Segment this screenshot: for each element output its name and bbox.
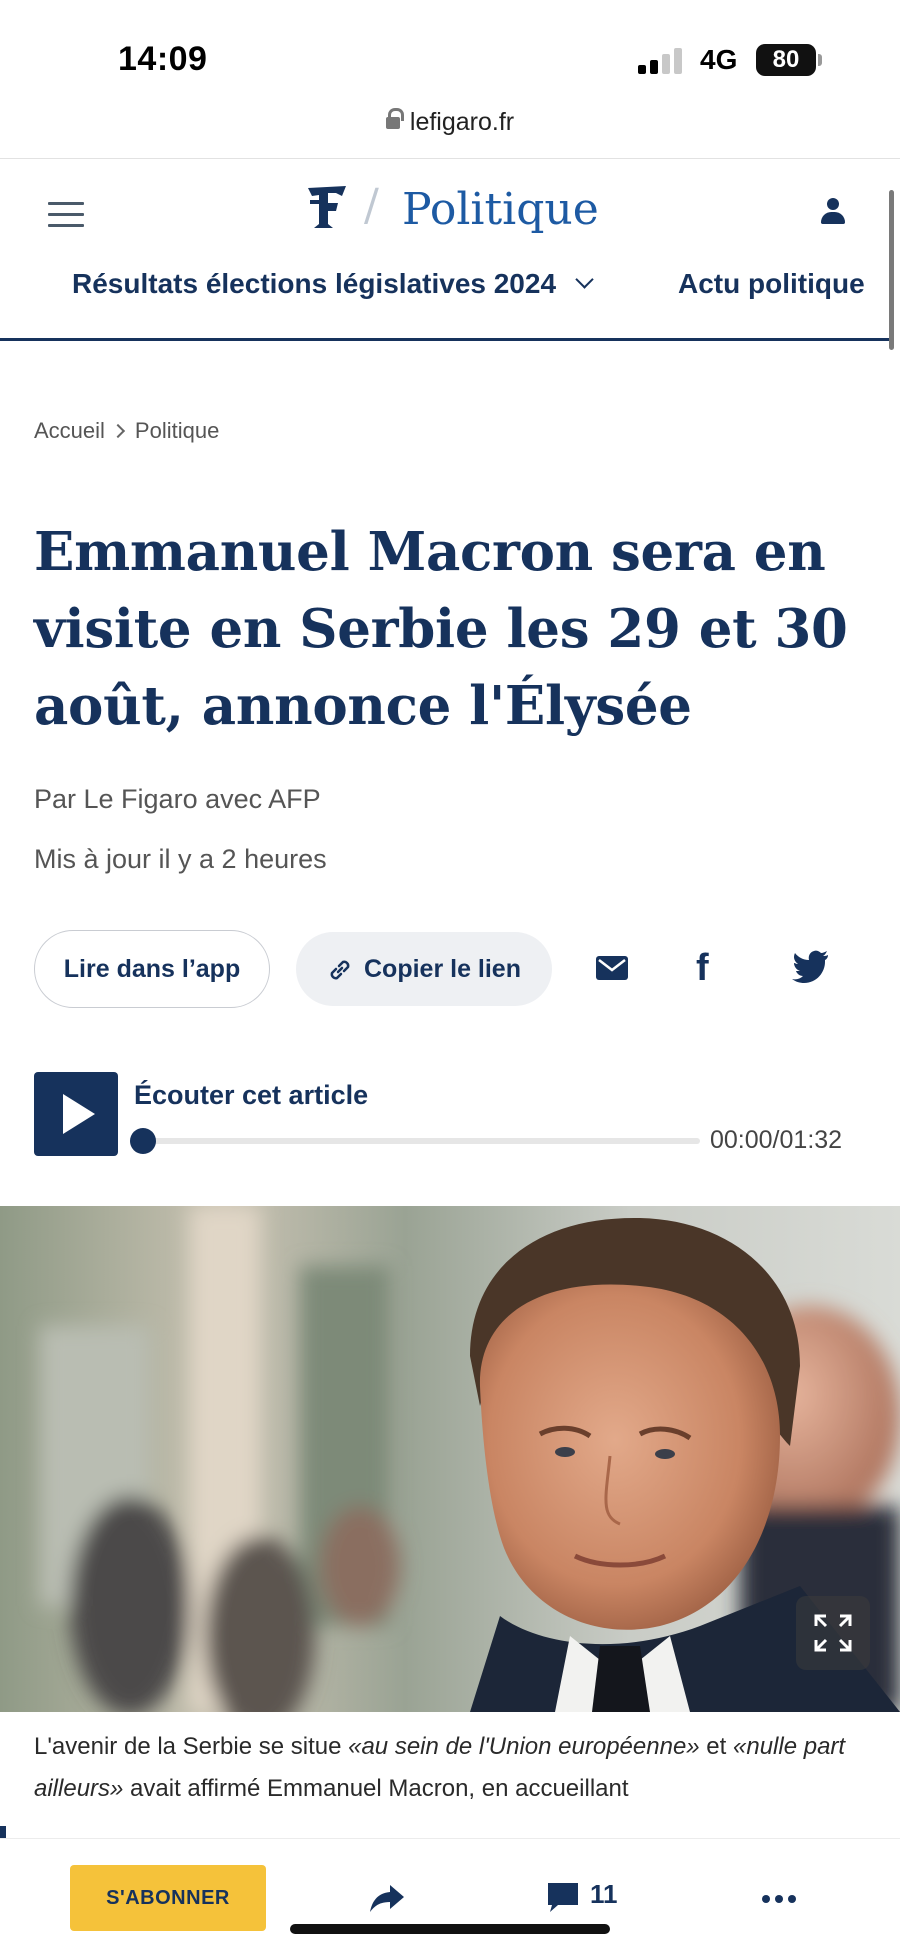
mail-icon[interactable] [596, 956, 628, 980]
status-time: 14:09 [118, 40, 208, 78]
page-scrollbar[interactable] [889, 190, 894, 350]
lock-icon [385, 108, 404, 131]
expand-icon[interactable] [796, 1596, 870, 1670]
audio-title: Écouter cet article [134, 1080, 369, 1110]
share-icon[interactable] [370, 1883, 404, 1913]
caption-text: L'avenir de la Serbie se situe [34, 1733, 349, 1760]
caption-quote: «au sein de l'Union européenne» [348, 1733, 700, 1760]
updated-time: Mis à jour il y a 2 heures [34, 844, 327, 874]
status-bar: 14:09 4G 80 [0, 0, 900, 100]
read-in-app-button[interactable]: Lire dans l’app [34, 930, 270, 1008]
subnav-item-elections[interactable]: Résultats élections législatives 2024 [72, 268, 594, 300]
photo-caption: L'avenir de la Serbie se situe «au sein … [34, 1726, 874, 1810]
user-icon[interactable] [820, 198, 846, 228]
home-indicator [290, 1924, 610, 1934]
twitter-icon[interactable] [792, 950, 830, 984]
menu-icon[interactable] [48, 202, 84, 228]
comment-count: 11 [590, 1879, 618, 1909]
chevron-right-icon [110, 423, 125, 439]
battery-tip [818, 54, 822, 66]
logo-slash: / [364, 180, 379, 231]
caption-text: et [699, 1733, 733, 1760]
logo-f-icon[interactable] [306, 184, 348, 230]
subnav-item-actu-politique[interactable]: Actu politique [678, 268, 865, 300]
site-header: / Politique Résultats élections législat… [0, 160, 900, 342]
copy-link-label: Copier le lien [364, 955, 521, 983]
subscribe-button[interactable]: S'ABONNER [70, 1865, 266, 1931]
hero-photo-image [0, 1206, 900, 1712]
url-text: lefigaro.fr [409, 108, 515, 136]
divider [0, 158, 900, 159]
subnav-item-label: Résultats élections législatives 2024 [72, 268, 557, 299]
caption-text: avait affirmé Emmanuel Macron, en accuei… [123, 1775, 629, 1802]
facebook-icon[interactable]: f [696, 946, 724, 990]
chevron-down-icon [575, 270, 594, 289]
section-title[interactable]: Politique [402, 184, 599, 235]
breadcrumb-home[interactable]: Accueil [34, 418, 105, 443]
headline: Emmanuel Macron sera en visite en Serbie… [34, 521, 848, 737]
audio-progress-thumb[interactable] [130, 1128, 156, 1154]
hero-photo[interactable] [0, 1206, 900, 1712]
battery-level: 80 [756, 44, 816, 76]
more-icon[interactable] [762, 1895, 796, 1903]
url-bar[interactable]: lefigaro.fr [0, 108, 900, 137]
audio-progress-track[interactable] [144, 1138, 700, 1144]
breadcrumb: Accueil Politique [34, 418, 219, 444]
copy-link-button[interactable]: Copier le lien [296, 932, 552, 1006]
network-type: 4G [700, 44, 738, 75]
breadcrumb-section[interactable]: Politique [135, 418, 219, 443]
audio-player: Écouter cet article 00:00/01:32 [34, 1072, 874, 1162]
byline: Par Le Figaro avec AFP [34, 784, 321, 814]
play-icon [63, 1094, 95, 1134]
signal-icon [638, 46, 686, 74]
subnav: Résultats élections législatives 2024 Ac… [0, 268, 900, 318]
audio-time: 00:00/01:32 [710, 1126, 843, 1154]
play-button[interactable] [34, 1072, 118, 1156]
header-rule [0, 338, 890, 341]
link-icon [330, 960, 350, 980]
share-row: Lire dans l’app Copier le lien f [0, 930, 900, 1010]
comment-icon [548, 1883, 578, 1912]
